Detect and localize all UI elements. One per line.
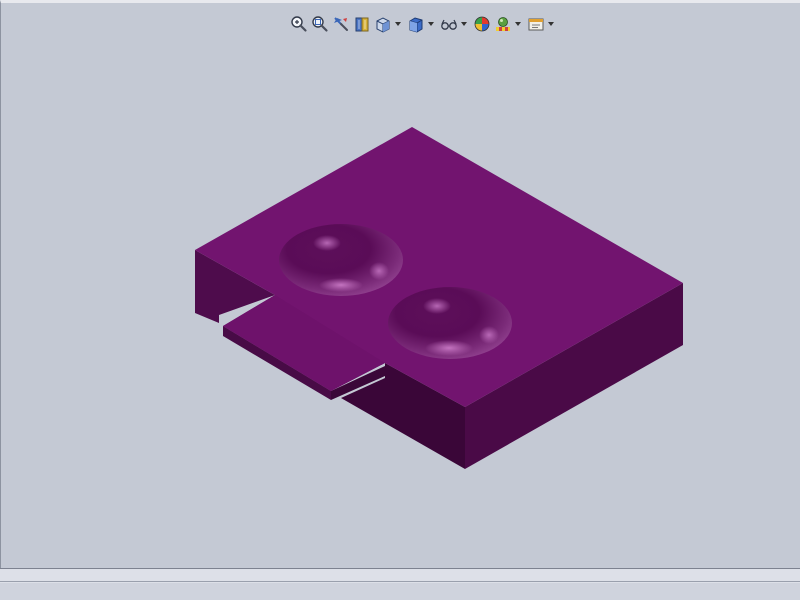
graphics-area[interactable] (0, 0, 800, 568)
part-model[interactable] (1, 3, 800, 571)
status-bar-panel (0, 583, 800, 600)
status-bar-divider (0, 581, 800, 582)
status-bar (0, 568, 800, 600)
spherical-dimple-1[interactable] (279, 224, 403, 296)
spherical-dimple-2[interactable] (388, 287, 512, 359)
